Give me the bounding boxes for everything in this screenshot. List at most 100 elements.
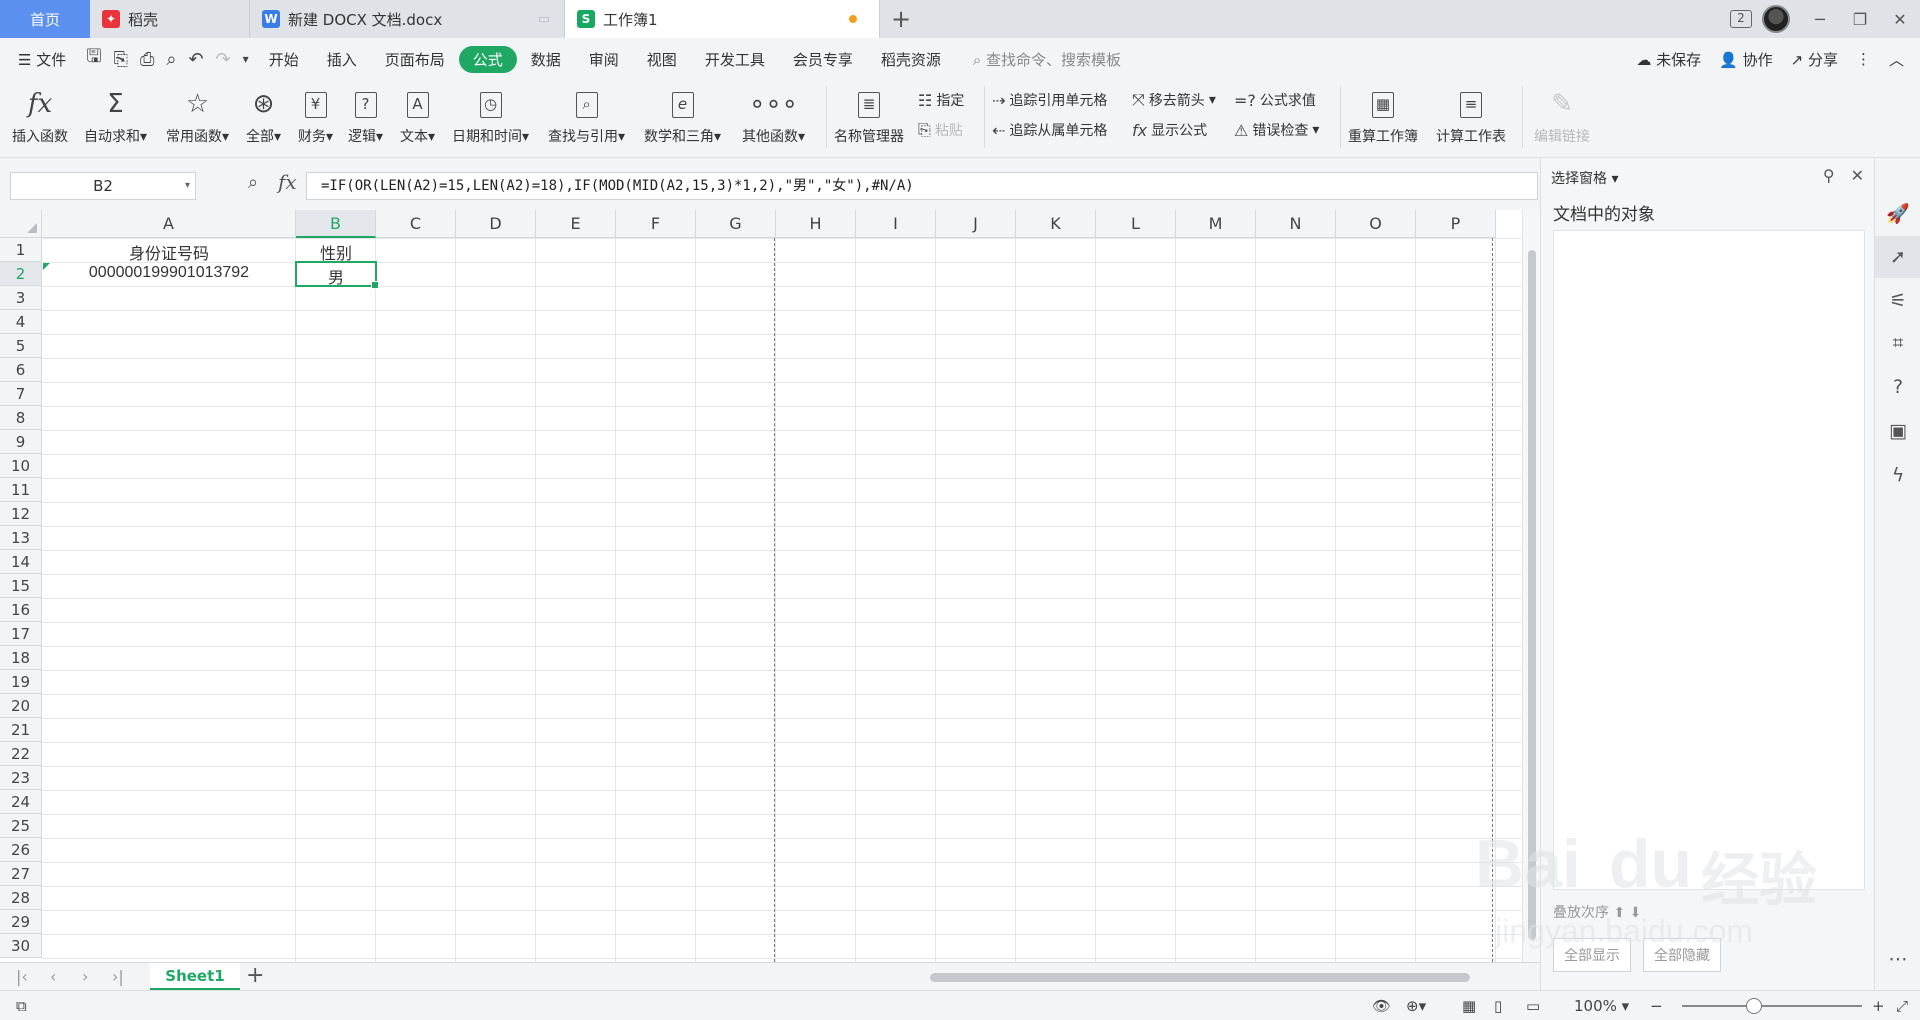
row-header-9[interactable]: 9 [0,430,42,454]
column-header-e[interactable]: E [536,210,616,238]
menu-review[interactable]: 审阅 [575,49,633,70]
print-icon[interactable]: ⎙ [134,49,160,70]
horizontal-scroll-thumb[interactable] [930,973,1470,982]
row-header-26[interactable]: 26 [0,838,42,862]
other-functions-button[interactable]: ∘∘∘ 其他函数▾ [742,84,805,146]
column-header-i[interactable]: I [856,210,936,238]
trace-precedents-button[interactable]: ⇢ 追踪引用单元格 [992,90,1107,110]
page-break-view-icon[interactable]: ▭ [1526,997,1540,1015]
row-header-12[interactable]: 12 [0,502,42,526]
prev-sheet-icon[interactable]: ‹ [50,967,56,986]
pin-icon[interactable]: ⚲ [1823,166,1835,185]
column-header-l[interactable]: L [1096,210,1176,238]
horizontal-scrollbar[interactable] [930,971,1470,983]
column-header-m[interactable]: M [1176,210,1256,238]
row-header-19[interactable]: 19 [0,670,42,694]
tab-workbook[interactable]: S 工作簿1 [565,0,880,38]
name-manager-button[interactable]: ≣ 名称管理器 [834,84,904,146]
name-box-dropdown-icon[interactable]: ▾ [185,173,190,199]
menu-insert[interactable]: 插入 [313,49,371,70]
row-header-27[interactable]: 27 [0,862,42,886]
show-formulas-button[interactable]: fx 显示公式 [1132,120,1207,140]
column-header-a[interactable]: A [42,210,296,238]
tab-docx[interactable]: W 新建 DOCX 文档.docx ▭ [250,0,565,38]
object-list[interactable] [1553,230,1865,890]
menu-start[interactable]: 开始 [255,49,313,70]
page-layout-view-icon[interactable]: ▯ [1494,997,1502,1015]
row-header-28[interactable]: 28 [0,886,42,910]
menu-view[interactable]: 视图 [633,49,691,70]
menu-formulas[interactable]: 公式 [458,45,517,73]
sheet-tab-sheet1[interactable]: Sheet1 [150,963,240,990]
preview-icon[interactable]: ⌕ [160,49,182,70]
column-header-j[interactable]: J [936,210,1016,238]
next-sheet-icon[interactable]: › [82,967,88,986]
row-header-22[interactable]: 22 [0,742,42,766]
save-icon[interactable]: 🖫 [80,44,107,74]
share-button[interactable]: ↗ 分享 [1791,49,1838,70]
finance-button[interactable]: ¥ 财务▾ [298,84,333,146]
row-header-21[interactable]: 21 [0,718,42,742]
first-sheet-icon[interactable]: |‹ [16,967,28,986]
macro-record-icon[interactable]: ⧉ [16,997,27,1015]
flash-icon[interactable]: ϟ [1875,464,1920,486]
assign-button[interactable]: ☷ 指定 [918,90,964,110]
datetime-button[interactable]: ◷ 日期和时间▾ [452,84,529,146]
sliders-icon[interactable]: ⚟ [1875,290,1920,312]
row-header-10[interactable]: 10 [0,454,42,478]
logic-button[interactable]: ? 逻辑▾ [348,84,383,146]
row-header-23[interactable]: 23 [0,766,42,790]
row-header-11[interactable]: 11 [0,478,42,502]
column-header-k[interactable]: K [1016,210,1096,238]
all-functions-button[interactable]: ⊛ 全部▾ [246,84,281,146]
cell-a1[interactable]: 身份证号码 [42,240,296,264]
help-icon[interactable]: ? [1875,376,1920,398]
row-header-30[interactable]: 30 [0,934,42,958]
crop-icon[interactable]: ⌗ [1875,332,1920,354]
common-functions-button[interactable]: ☆ 常用函数▾ [166,84,229,146]
row-header-17[interactable]: 17 [0,622,42,646]
row-header-18[interactable]: 18 [0,646,42,670]
minimize-icon[interactable]: ─ [1800,10,1840,29]
remove-arrows-button[interactable]: ⤧ 移去箭头 ▾ [1132,90,1216,110]
zoom-in-icon[interactable]: + [1872,997,1885,1015]
cell-area[interactable] [42,238,1522,962]
collab-button[interactable]: 👤 协作 [1719,49,1772,70]
column-header-n[interactable]: N [1256,210,1336,238]
row-header-14[interactable]: 14 [0,550,42,574]
menu-member[interactable]: 会员专享 [779,49,867,70]
menu-data[interactable]: 数据 [517,49,575,70]
column-header-c[interactable]: C [376,210,456,238]
column-header-b[interactable]: B [296,210,376,238]
calc-sheet-button[interactable]: ≡ 计算工作表 [1436,84,1506,146]
avatar[interactable] [1762,5,1790,33]
quick-access-dropdown-icon[interactable]: ▾ [237,52,255,66]
select-all-corner[interactable] [0,210,42,238]
menu-developer[interactable]: 开发工具 [691,49,779,70]
insert-function-button[interactable]: fx 插入函数 [12,84,68,146]
row-header-3[interactable]: 3 [0,286,42,310]
normal-view-icon[interactable]: ▦ [1462,997,1476,1015]
row-header-4[interactable]: 4 [0,310,42,334]
selection-pane-title[interactable]: 选择窗格 ▾ [1551,168,1618,188]
zoom-slider-knob[interactable] [1746,998,1762,1014]
cell-a2[interactable]: 000000199901013792 [42,264,296,282]
rail-more-icon[interactable]: ⋯ [1875,948,1920,970]
zoom-slider-track[interactable] [1682,1005,1862,1007]
text-button[interactable]: A 文本▾ [400,84,435,146]
column-header-o[interactable]: O [1336,210,1416,238]
close-icon[interactable]: ✕ [1880,10,1920,29]
zoom-search-icon[interactable]: ⌕ [248,172,258,193]
rocket-icon[interactable]: 🚀 [1875,202,1920,225]
column-header-h[interactable]: H [776,210,856,238]
fullscreen-icon[interactable]: ⤢ [1896,997,1908,1015]
row-header-16[interactable]: 16 [0,598,42,622]
row-header-8[interactable]: 8 [0,406,42,430]
formula-input[interactable]: =IF(OR(LEN(A2)=15,LEN(A2)=18),IF(MOD(MID… [306,172,1538,200]
row-header-25[interactable]: 25 [0,814,42,838]
menu-page-layout[interactable]: 页面布局 [371,49,459,70]
monitor-icon[interactable]: ▭ [538,12,550,27]
row-header-1[interactable]: 1 [0,238,42,262]
gallery-icon[interactable]: ▣ [1875,420,1920,442]
new-tab-plus-icon[interactable]: + [880,0,922,38]
